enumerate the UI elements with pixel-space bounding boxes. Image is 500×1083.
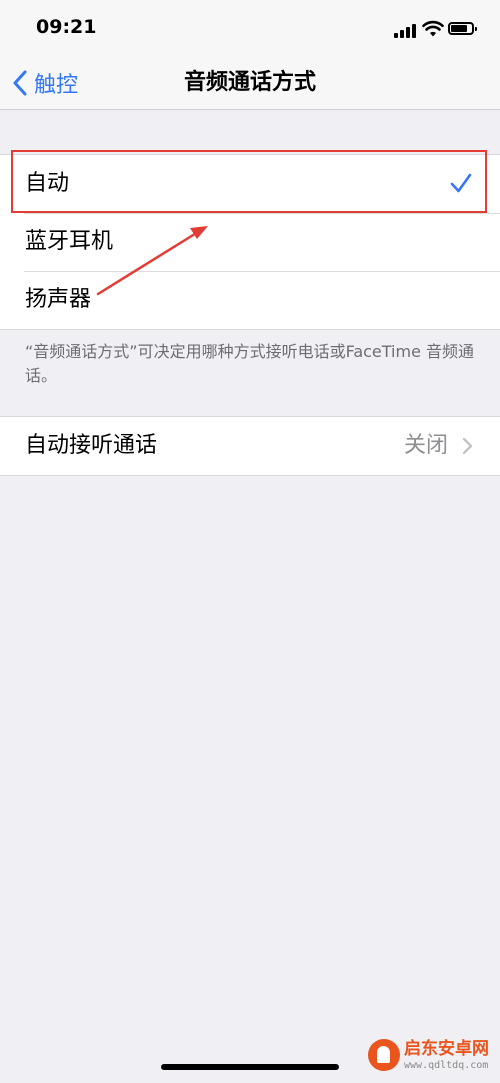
audio-routing-group: 自动 蓝牙耳机 扬声器 xyxy=(0,154,500,330)
checkmark-icon xyxy=(450,173,472,193)
option-bluetooth-headset[interactable]: 蓝牙耳机 xyxy=(0,213,500,271)
option-label: 扬声器 xyxy=(25,287,92,312)
wifi-icon xyxy=(422,20,444,37)
status-bar: 09:21 xyxy=(0,0,500,56)
auto-answer-group: 自动接听通话 关闭 xyxy=(0,416,500,476)
watermark-logo: 启东安卓网 www.qdltdq.com xyxy=(368,1032,496,1078)
watermark-name: 启东安卓网 xyxy=(404,1038,489,1059)
back-label: 触控 xyxy=(34,73,79,98)
option-speaker[interactable]: 扬声器 xyxy=(0,271,500,329)
option-label: 蓝牙耳机 xyxy=(25,229,114,254)
status-time: 09:21 xyxy=(36,16,97,38)
auto-answer-value: 关闭 xyxy=(403,433,448,458)
auto-answer-row[interactable]: 自动接听通话 关闭 xyxy=(0,417,500,475)
group-footer-note: “音频通话方式”可决定用哪种方式接听电话或FaceTime 音频通话。 xyxy=(25,342,475,385)
signal-icon xyxy=(394,24,418,38)
battery-icon xyxy=(448,22,477,35)
chevron-right-icon xyxy=(462,437,473,455)
chevron-left-icon xyxy=(13,70,27,96)
watermark-icon xyxy=(368,1039,400,1071)
option-auto[interactable]: 自动 xyxy=(0,155,500,213)
watermark-url: www.qdltdq.com xyxy=(404,1059,489,1071)
option-label: 自动 xyxy=(25,171,70,196)
home-indicator xyxy=(161,1064,339,1070)
navigation-bar: 音频通话方式 触控 xyxy=(0,56,500,110)
auto-answer-label: 自动接听通话 xyxy=(25,433,158,458)
back-button[interactable]: 触控 xyxy=(12,66,78,100)
